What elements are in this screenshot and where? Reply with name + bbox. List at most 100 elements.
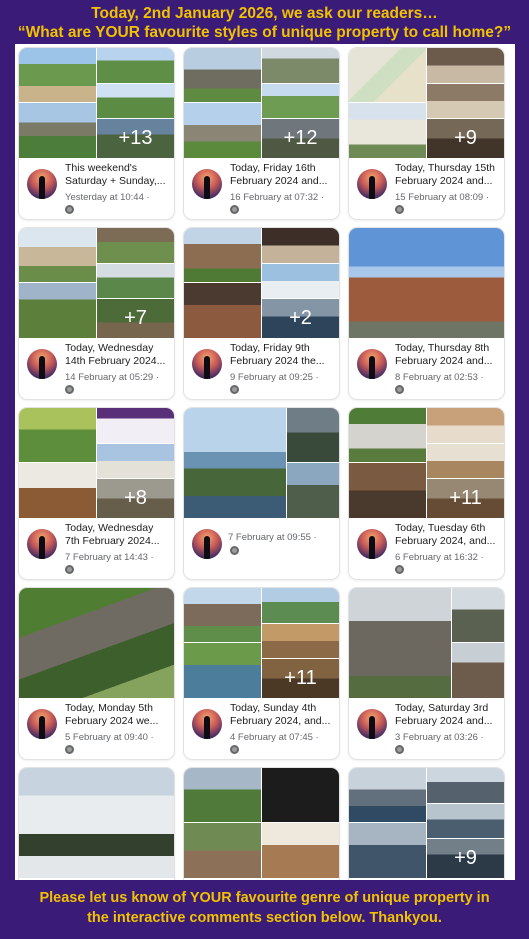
album-photo[interactable] bbox=[262, 624, 339, 658]
album-photo-mosaic[interactable]: +2 bbox=[184, 228, 339, 338]
album-photo-mosaic[interactable]: +8 bbox=[19, 408, 174, 518]
album-photo[interactable] bbox=[349, 408, 426, 462]
album-card[interactable]: +9 Today, Thursday 15th February 2024 an… bbox=[349, 48, 504, 219]
post-title[interactable]: Today, Friday 16th February 2024 and... bbox=[230, 162, 334, 189]
album-photo[interactable] bbox=[184, 103, 261, 158]
album-photo[interactable] bbox=[287, 408, 339, 462]
page-avatar[interactable] bbox=[27, 349, 57, 379]
album-photo[interactable] bbox=[184, 408, 286, 518]
album-photo[interactable] bbox=[19, 408, 96, 462]
album-photo[interactable] bbox=[349, 48, 426, 102]
more-photos-count[interactable]: +11 bbox=[427, 479, 504, 518]
album-photo[interactable] bbox=[427, 444, 504, 478]
post-timestamp[interactable]: 8 February at 02:53 · bbox=[395, 372, 503, 383]
album-card[interactable]: 7 February at 09:55 · bbox=[184, 408, 339, 579]
page-avatar[interactable] bbox=[192, 709, 222, 739]
post-timestamp[interactable]: 6 February at 16:32 · bbox=[395, 552, 503, 563]
post-title[interactable]: Today, Wednesday 7th February 2024... bbox=[65, 522, 169, 549]
more-photos-count[interactable]: +8 bbox=[97, 479, 174, 518]
album-card[interactable]: +12 Today, Friday 16th February 2024 and… bbox=[184, 48, 339, 219]
album-photo[interactable] bbox=[262, 823, 339, 878]
post-title[interactable]: Today, Thursday 15th February 2024 and..… bbox=[395, 162, 499, 189]
album-photo-mosaic[interactable] bbox=[184, 408, 339, 518]
album-photo[interactable] bbox=[184, 283, 261, 338]
album-card[interactable]: Today, Monday 5th February 2024 we... 5 … bbox=[19, 588, 174, 759]
album-photo[interactable] bbox=[262, 768, 339, 822]
post-timestamp[interactable]: 4 February at 07:45 · bbox=[230, 732, 338, 743]
album-card[interactable]: +2 Today, Friday 9th February 2024 the..… bbox=[184, 228, 339, 399]
more-photos-count[interactable]: +2 bbox=[262, 299, 339, 338]
album-photo[interactable] bbox=[19, 588, 174, 698]
album-photo-mosaic[interactable] bbox=[349, 228, 504, 338]
album-photo[interactable] bbox=[19, 228, 96, 282]
post-title[interactable]: Today, Sunday 4th February 2024, and... bbox=[230, 702, 334, 729]
more-photos-count[interactable]: +7 bbox=[97, 299, 174, 338]
album-card[interactable]: Today, Saturday 3rd February 2024 and...… bbox=[349, 588, 504, 759]
album-photo[interactable] bbox=[349, 823, 426, 878]
album-card[interactable]: +11 Today, Tuesday 6th February 2024, an… bbox=[349, 408, 504, 579]
post-title[interactable]: Today, Monday 5th February 2024 we... bbox=[65, 702, 169, 729]
album-photo[interactable] bbox=[19, 48, 96, 102]
album-photo[interactable] bbox=[349, 463, 426, 518]
album-photo-mosaic[interactable] bbox=[349, 588, 504, 698]
album-photo[interactable] bbox=[184, 228, 261, 282]
album-photo[interactable] bbox=[97, 48, 174, 83]
post-timestamp[interactable]: 7 February at 14:43 · bbox=[65, 552, 173, 563]
album-photo[interactable] bbox=[452, 643, 504, 698]
album-photo[interactable] bbox=[262, 84, 339, 118]
album-photo[interactable] bbox=[184, 823, 261, 878]
album-photo[interactable] bbox=[97, 408, 174, 443]
album-photo[interactable] bbox=[19, 283, 96, 338]
album-card[interactable]: +9 bbox=[349, 768, 504, 880]
post-timestamp[interactable]: Yesterday at 10:44 · bbox=[65, 192, 173, 203]
album-photo[interactable] bbox=[349, 228, 504, 338]
album-photo[interactable] bbox=[184, 588, 261, 642]
album-photo-mosaic[interactable] bbox=[19, 768, 174, 878]
album-photo[interactable] bbox=[184, 48, 261, 102]
album-photo[interactable] bbox=[97, 84, 174, 118]
album-photo[interactable] bbox=[262, 228, 339, 263]
page-avatar[interactable] bbox=[192, 349, 222, 379]
post-timestamp[interactable]: 7 February at 09:55 · bbox=[228, 532, 336, 543]
album-photo[interactable] bbox=[19, 463, 96, 518]
post-timestamp[interactable]: 9 February at 09:25 · bbox=[230, 372, 338, 383]
more-photos-count[interactable]: +9 bbox=[427, 119, 504, 158]
post-timestamp[interactable]: 15 February at 08:09 · bbox=[395, 192, 503, 203]
album-photo[interactable] bbox=[184, 768, 261, 822]
page-avatar[interactable] bbox=[27, 529, 57, 559]
album-card[interactable]: +7 Today, Wednesday 14th February 2024..… bbox=[19, 228, 174, 399]
album-photo[interactable] bbox=[262, 264, 339, 298]
album-photo[interactable] bbox=[452, 588, 504, 642]
album-photo[interactable] bbox=[97, 228, 174, 263]
more-photos-count[interactable]: +13 bbox=[97, 119, 174, 158]
album-photo[interactable] bbox=[427, 804, 504, 838]
post-title[interactable]: Today, Saturday 3rd February 2024 and... bbox=[395, 702, 499, 729]
post-title[interactable]: Today, Wednesday 14th February 2024... bbox=[65, 342, 169, 369]
page-avatar[interactable] bbox=[357, 709, 387, 739]
post-timestamp[interactable]: 3 February at 03:26 · bbox=[395, 732, 503, 743]
album-photo[interactable] bbox=[287, 463, 339, 518]
album-photo[interactable] bbox=[427, 48, 504, 83]
more-photos-count[interactable]: +9 bbox=[427, 839, 504, 878]
page-avatar[interactable] bbox=[27, 709, 57, 739]
album-photo-mosaic[interactable]: +13 bbox=[19, 48, 174, 158]
album-photo[interactable] bbox=[427, 84, 504, 118]
album-photo[interactable] bbox=[184, 643, 261, 698]
album-photo-mosaic[interactable]: +9 bbox=[349, 48, 504, 158]
album-photo[interactable] bbox=[427, 768, 504, 803]
album-photo-mosaic[interactable]: +11 bbox=[184, 588, 339, 698]
album-photo-mosaic[interactable]: +9 bbox=[349, 768, 504, 878]
album-photo[interactable] bbox=[97, 444, 174, 478]
page-avatar[interactable] bbox=[357, 529, 387, 559]
album-photo[interactable] bbox=[349, 768, 426, 822]
page-avatar[interactable] bbox=[192, 169, 222, 199]
post-timestamp[interactable]: 16 February at 07:32 · bbox=[230, 192, 338, 203]
album-card[interactable] bbox=[19, 768, 174, 880]
album-card[interactable]: Today, Thursday 8th February 2024 and...… bbox=[349, 228, 504, 399]
album-photo[interactable] bbox=[262, 588, 339, 623]
album-photo-mosaic[interactable]: +7 bbox=[19, 228, 174, 338]
page-avatar[interactable] bbox=[357, 349, 387, 379]
post-title[interactable]: Today, Tuesday 6th February 2024, and... bbox=[395, 522, 499, 549]
album-photo-mosaic[interactable]: +12 bbox=[184, 48, 339, 158]
album-photo[interactable] bbox=[349, 103, 426, 158]
